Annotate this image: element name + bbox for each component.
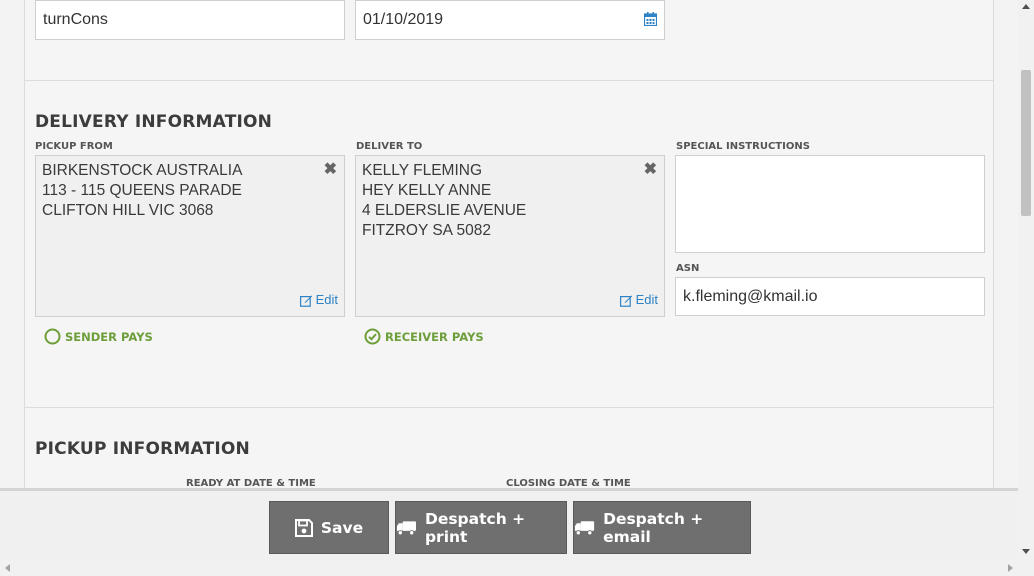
date-value: 01/10/2019 <box>363 11 444 28</box>
address-line: KELLY FLEMING <box>362 162 483 179</box>
radio-unchecked-icon <box>44 328 61 345</box>
deliver-to-label: DELIVER TO <box>356 141 423 152</box>
asn-input[interactable]: k.fleming@kmail.io <box>675 277 985 316</box>
reference-value: turnCons <box>43 11 108 28</box>
scroll-thumb[interactable] <box>1021 70 1031 216</box>
sender-pays-radio[interactable]: SENDER PAYS <box>44 328 153 345</box>
despatch-print-label: Despatch + print <box>424 509 526 546</box>
section-divider <box>24 407 994 408</box>
scroll-down-arrow-icon[interactable] <box>1022 549 1030 554</box>
deliver-edit-label: Edit <box>635 292 658 307</box>
section-divider <box>24 80 994 81</box>
address-line: CLIFTON HILL VIC 3068 <box>42 202 214 219</box>
action-footer: Save Despatch + print Despatch + email <box>0 488 1018 560</box>
scroll-right-arrow-icon[interactable] <box>1008 564 1013 572</box>
asn-label: ASN <box>676 263 700 274</box>
edit-icon <box>299 295 312 307</box>
clear-deliver-close-icon[interactable]: ✖ <box>644 162 657 178</box>
deliver-to-address: KELLY FLEMING HEY KELLY ANNE 4 ELDERSLIE… <box>355 155 665 317</box>
special-instructions-textarea[interactable] <box>675 155 985 253</box>
pickup-from-label: PICKUP FROM <box>35 141 113 152</box>
pickup-section-title: PICKUP INFORMATION <box>35 439 250 459</box>
save-button[interactable]: Save <box>269 501 389 554</box>
truck-icon <box>396 520 417 535</box>
address-line: 113 - 115 QUEENS PARADE <box>42 182 242 199</box>
despatch-email-label: Despatch + email <box>603 509 704 546</box>
reference-input[interactable]: turnCons <box>35 0 345 40</box>
asn-value: k.fleming@kmail.io <box>683 287 818 305</box>
pickup-from-address: BIRKENSTOCK AUSTRALIA 113 - 115 QUEENS P… <box>35 155 345 317</box>
scroll-left-arrow-icon[interactable] <box>5 564 10 572</box>
special-instructions-label: SPECIAL INSTRUCTIONS <box>676 141 810 152</box>
address-line: HEY KELLY ANNE <box>362 182 492 199</box>
radio-checked-icon <box>364 328 381 345</box>
date-input[interactable]: 01/10/2019 <box>355 0 665 40</box>
address-line: FITZROY SA 5082 <box>362 222 491 239</box>
save-label: Save <box>320 518 364 537</box>
deliver-edit-link[interactable]: Edit <box>619 290 658 310</box>
sender-pays-label: SENDER PAYS <box>65 329 153 344</box>
pickup-edit-link[interactable]: Edit <box>299 290 338 310</box>
content-viewport: turnCons 01/10/2019 DELIVERY INFORMATION… <box>0 0 1018 560</box>
pickup-edit-label: Edit <box>315 292 338 307</box>
calendar-icon[interactable] <box>643 12 658 27</box>
receiver-pays-radio[interactable]: RECEIVER PAYS <box>364 328 484 345</box>
despatch-print-button[interactable]: Despatch + print <box>395 501 567 554</box>
horizontal-scrollbar[interactable] <box>0 560 1034 576</box>
vertical-scrollbar[interactable] <box>1018 0 1034 560</box>
truck-icon <box>574 520 595 535</box>
address-line: BIRKENSTOCK AUSTRALIA <box>42 162 243 179</box>
edit-icon <box>619 295 632 307</box>
scroll-up-arrow-icon[interactable] <box>1022 4 1030 9</box>
despatch-email-button[interactable]: Despatch + email <box>573 501 751 554</box>
save-icon <box>294 518 313 537</box>
address-line: 4 ELDERSLIE AVENUE <box>362 202 527 219</box>
receiver-pays-label: RECEIVER PAYS <box>385 329 484 344</box>
delivery-section-title: DELIVERY INFORMATION <box>35 112 273 132</box>
clear-pickup-close-icon[interactable]: ✖ <box>324 162 337 178</box>
